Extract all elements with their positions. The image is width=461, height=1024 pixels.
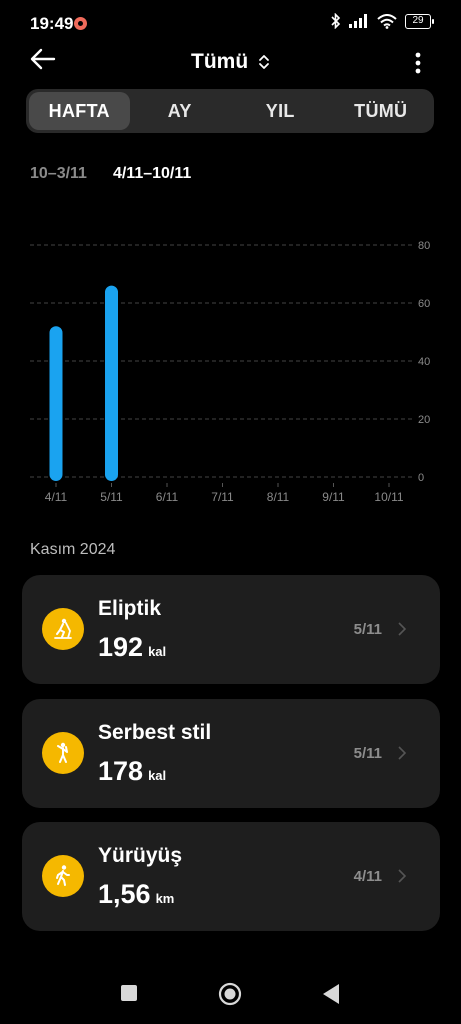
activity-unit: kal	[148, 768, 167, 783]
walking-icon	[42, 855, 84, 897]
system-nav-bar	[0, 970, 461, 1024]
chevron-right-icon	[398, 869, 406, 883]
chart-bar[interactable]	[105, 285, 118, 481]
y-tick-label: 40	[418, 356, 430, 368]
page-title: Tümü	[191, 50, 249, 73]
recording-indicator-icon	[74, 17, 87, 30]
signal-icon	[349, 14, 367, 28]
activity-name: Yürüyüş	[98, 844, 183, 867]
more-vertical-icon	[415, 52, 421, 74]
chevron-right-icon	[398, 746, 406, 760]
y-tick-label: 60	[418, 298, 430, 310]
tab-year[interactable]: YIL	[230, 92, 331, 130]
activity-card[interactable]: Yürüyüş 1,56 km 4/11	[22, 822, 440, 931]
activity-name: Eliptik	[98, 597, 162, 620]
elliptical-icon	[42, 608, 84, 650]
period-tabs: HAFTA AY YIL TÜMÜ	[26, 89, 434, 133]
activity-value: 178	[98, 756, 144, 786]
activity-date: 5/11	[353, 621, 382, 638]
activity-value: 192	[98, 632, 144, 662]
week-previous[interactable]: 10–3/11	[30, 165, 87, 183]
activity-date: 5/11	[353, 745, 382, 762]
week-current[interactable]: 4/11–10/11	[113, 165, 191, 183]
activity-name: Serbest stil	[98, 721, 212, 744]
x-tick-label: 4/11	[45, 490, 68, 504]
y-tick-label: 20	[418, 414, 430, 426]
chevron-right-icon	[398, 622, 406, 636]
activity-value: 1,56	[98, 879, 151, 909]
x-tick-label: 8/11	[267, 490, 290, 504]
x-tick-label: 9/11	[322, 490, 345, 504]
home-button[interactable]	[218, 982, 242, 1006]
x-tick-label: 6/11	[156, 490, 179, 504]
activity-filter-dropdown[interactable]: Tümü	[0, 50, 461, 74]
activity-unit: km	[155, 891, 175, 906]
top-bar: Tümü	[0, 40, 461, 86]
activity-date: 4/11	[353, 868, 382, 885]
activity-card[interactable]: Serbest stil 178 kal 5/11	[22, 699, 440, 808]
x-tick-label: 5/11	[100, 490, 123, 504]
tab-month[interactable]: AY	[130, 92, 231, 130]
more-options-button[interactable]	[415, 52, 425, 76]
week-selector: 10–3/11 4/11–10/11	[30, 165, 191, 183]
x-tick-label: 7/11	[211, 490, 234, 504]
back-nav-button[interactable]	[322, 983, 340, 1005]
status-time: 19:49	[30, 14, 74, 33]
tab-week[interactable]: HAFTA	[29, 92, 130, 130]
y-tick-label: 0	[418, 472, 424, 484]
chart-bar[interactable]	[49, 326, 63, 481]
month-label: Kasım 2024	[30, 541, 116, 558]
wifi-icon	[377, 13, 397, 29]
y-tick-label: 80	[418, 240, 430, 252]
weekly-bar-chart: 0 20 40 60 80 4/11 5/11 6/11 7/11 8/11 9/11 10/11	[30, 240, 430, 504]
activity-unit: kal	[148, 644, 167, 659]
tab-all[interactable]: TÜMÜ	[331, 92, 432, 130]
battery-indicator: 29	[405, 13, 434, 29]
bluetooth-icon	[331, 13, 341, 29]
chevron-up-down-icon	[259, 55, 269, 70]
recent-apps-button[interactable]	[120, 984, 138, 1002]
activity-card[interactable]: Eliptik 192 kal 5/11	[22, 575, 440, 684]
x-tick-label: 10/11	[374, 490, 403, 504]
freestyle-icon	[42, 732, 84, 774]
